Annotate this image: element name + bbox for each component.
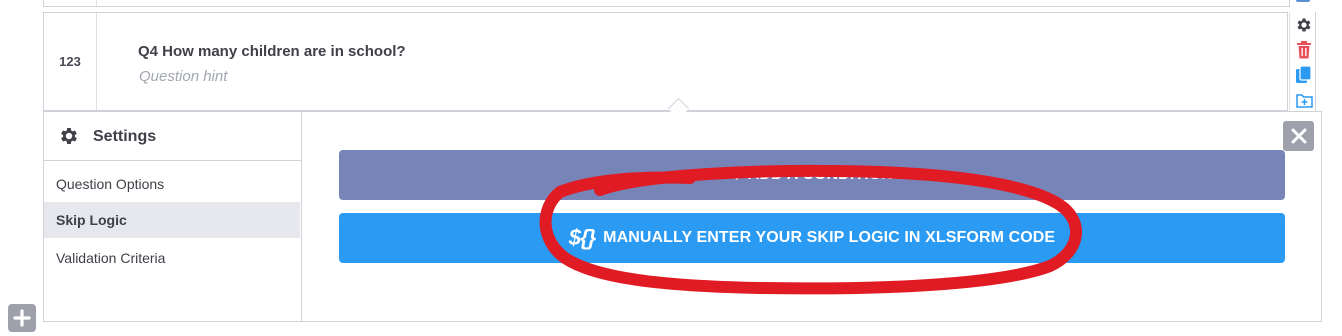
skip-logic-content: + ADD A CONDITION ${} MANUALLY ENTER YOU… [301,112,1321,321]
add-to-library-icon[interactable] [1294,90,1314,110]
question-row[interactable]: 123 Q4 How many children are in school? … [43,12,1288,111]
code-braces-icon: ${} [568,225,596,250]
add-question-button[interactable] [8,304,36,332]
trash-icon[interactable] [1294,40,1314,60]
settings-panel: Settings Question Options Skip Logic Val… [43,111,1322,322]
row-actions [1289,12,1316,111]
manual-code-label: MANUALLY ENTER YOUR SKIP LOGIC IN XLSFOR… [603,229,1056,246]
plus-icon: + [731,164,743,186]
previous-question-row [43,0,1290,7]
settings-gear-icon [61,128,77,144]
question-label[interactable]: Q4 How many children are in school? [138,43,406,60]
nav-validation-criteria[interactable]: Validation Criteria [44,240,300,276]
manual-xlsform-code-button[interactable]: ${} MANUALLY ENTER YOUR SKIP LOGIC IN XL… [339,213,1285,263]
settings-header: Settings [44,112,301,161]
add-condition-label: ADD A CONDITION [747,166,893,183]
previous-row-number-divider [96,0,97,6]
question-hint[interactable]: Question hint [139,68,227,85]
question-number: 123 [44,13,97,110]
close-icon [1291,128,1306,144]
previous-row-action-icon[interactable] [1296,0,1310,2]
add-condition-button[interactable]: + ADD A CONDITION [339,150,1285,200]
duplicate-icon[interactable] [1294,65,1314,85]
close-settings-button[interactable] [1283,121,1314,151]
settings-title: Settings [93,128,157,145]
nav-question-options[interactable]: Question Options [44,166,300,202]
plus-icon [13,309,31,327]
settings-gear-icon[interactable] [1294,15,1314,35]
settings-nav: Settings Question Options Skip Logic Val… [44,112,302,321]
nav-skip-logic[interactable]: Skip Logic [44,202,300,238]
